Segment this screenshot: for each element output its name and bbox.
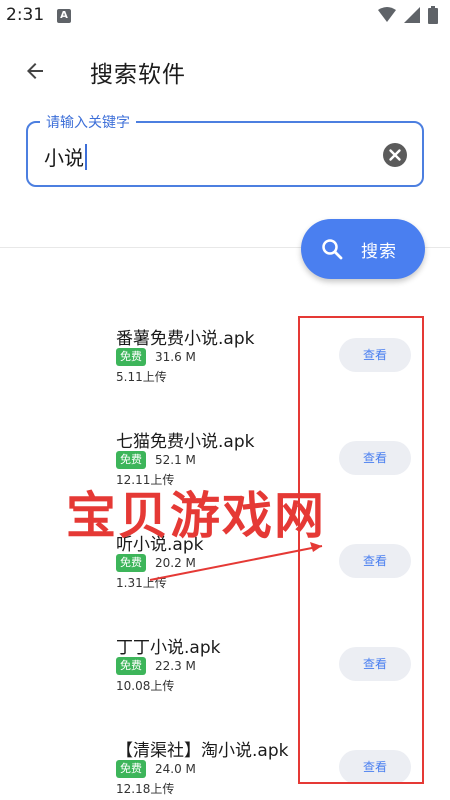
status-time: 2:31 <box>6 5 45 25</box>
item-date: 12.18上传 <box>116 782 175 796</box>
notification-icon: A <box>57 9 71 23</box>
free-badge: 免费 <box>116 348 146 366</box>
free-badge: 免费 <box>116 760 146 778</box>
highlight-frame <box>298 316 424 784</box>
item-size: 31.6 M <box>155 350 196 364</box>
search-icon <box>322 239 343 260</box>
wifi-icon <box>378 7 396 22</box>
item-meta: 免费 20.2 M <box>116 554 196 572</box>
item-name: 七猫免费小说.apk <box>116 432 255 452</box>
item-name: 丁丁小说.apk <box>116 638 221 658</box>
clear-button[interactable] <box>382 142 408 168</box>
signal-icon <box>404 7 420 23</box>
search-input-value[interactable]: 小说 <box>44 142 87 171</box>
item-date: 10.08上传 <box>116 679 175 693</box>
item-date: 5.11上传 <box>116 370 167 384</box>
item-date: 1.31上传 <box>116 576 167 590</box>
page-title: 搜索软件 <box>90 62 186 88</box>
text-caret <box>85 143 87 170</box>
item-size: 22.3 M <box>155 659 196 673</box>
item-size: 52.1 M <box>155 453 196 467</box>
status-bar: 2:31 A <box>0 0 450 32</box>
watermark: 宝贝游戏网 <box>66 487 326 545</box>
close-circle-icon <box>383 143 407 167</box>
item-name: 【清渠社】淘小说.apk <box>116 741 289 761</box>
item-size: 20.2 M <box>155 556 196 570</box>
search-button[interactable]: 搜索 <box>301 219 425 279</box>
free-badge: 免费 <box>116 554 146 572</box>
item-meta: 免费 22.3 M <box>116 657 196 675</box>
arrow-left-icon <box>27 63 43 79</box>
item-meta: 免费 31.6 M <box>116 348 196 366</box>
search-query-text: 小说 <box>44 146 84 170</box>
item-size: 24.0 M <box>155 762 196 776</box>
item-meta: 免费 52.1 M <box>116 451 196 469</box>
free-badge: 免费 <box>116 451 146 469</box>
free-badge: 免费 <box>116 657 146 675</box>
search-button-label: 搜索 <box>361 241 397 262</box>
status-icons <box>378 6 438 24</box>
item-meta: 免费 24.0 M <box>116 760 196 778</box>
search-input-label: 请输入关键字 <box>40 112 136 132</box>
back-button[interactable] <box>20 56 50 86</box>
item-name: 番薯免费小说.apk <box>116 329 255 349</box>
battery-icon <box>428 6 438 24</box>
search-input[interactable]: 请输入关键字 小说 <box>26 112 424 187</box>
